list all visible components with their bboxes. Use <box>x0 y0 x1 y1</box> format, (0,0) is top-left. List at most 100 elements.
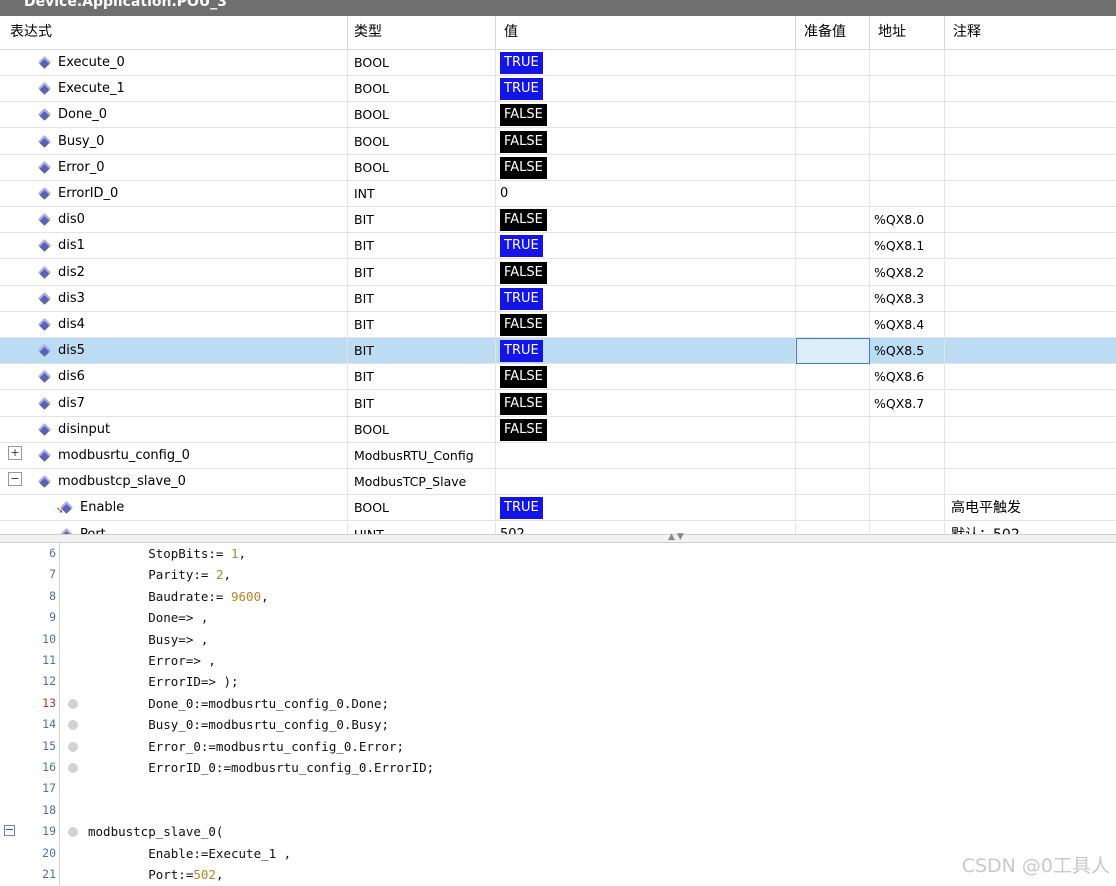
prepared-value-cell[interactable] <box>796 76 870 103</box>
watch-row-modbusrtu_config_0[interactable]: + modbusrtu_config_0 ModbusRTU_Config <box>0 443 1116 469</box>
code-line[interactable]: 15 Error_0:=modbusrtu_config_0.Error; <box>0 736 1116 757</box>
prepared-value-cell[interactable] <box>796 128 870 155</box>
column-header-comment[interactable]: 注释 <box>945 16 1116 49</box>
prepared-value-cell[interactable] <box>796 443 870 469</box>
column-header-value[interactable]: 值 <box>496 16 796 49</box>
code-line[interactable]: 11 Error=> , <box>0 650 1116 671</box>
code-text-main: Error_0:=modbusrtu_config_0.Error; <box>88 738 405 754</box>
code-text: Busy=> , <box>88 629 208 650</box>
code-text-main: ErrorID_0:=modbusrtu_config_0.ErrorID; <box>88 760 435 775</box>
prepared-value-cell[interactable] <box>796 469 870 496</box>
column-header-expression[interactable]: 表达式 <box>0 16 348 49</box>
watch-row-error_0[interactable]: Error_0 BOOL FALSE <box>0 154 1116 181</box>
watch-row-dis5[interactable]: dis5 BIT TRUE %QX8.5 <box>0 338 1116 365</box>
pane-splitter[interactable]: ▲▼ <box>0 532 1116 543</box>
code-line[interactable]: 16 ErrorID_0:=modbusrtu_config_0.ErrorID… <box>0 757 1116 778</box>
prepared-value-cell[interactable] <box>796 233 870 260</box>
code-text-main: Done=> , <box>88 610 209 626</box>
collapse-icon[interactable]: − <box>8 472 22 487</box>
column-header-type[interactable]: 类型 <box>348 16 496 49</box>
watch-row-dis7[interactable]: dis7 BIT FALSE %QX8.7 <box>0 390 1116 417</box>
prepared-value-cell[interactable] <box>796 207 870 234</box>
comment-cell: 默认：502 <box>945 522 1116 534</box>
address-cell <box>870 102 945 129</box>
address-cell: %QX8.6 <box>870 364 945 391</box>
value-indicator: TRUE <box>500 235 543 258</box>
watch-row-errorid_0[interactable]: ErrorID_0 INT 0 <box>0 181 1116 207</box>
watch-row-execute_1[interactable]: Execute_1 BOOL TRUE <box>0 76 1116 103</box>
code-line[interactable]: 6 StopBits:= 1, <box>0 543 1116 564</box>
variable-name: Busy_0 <box>58 133 105 149</box>
fold-collapse-icon[interactable]: − <box>4 824 15 837</box>
type-cell: ModbusRTU_Config <box>348 443 496 469</box>
watch-row-done_0[interactable]: Done_0 BOOL FALSE <box>0 102 1116 129</box>
column-header-prepared-value[interactable]: 准备值 <box>796 16 870 49</box>
prepared-value-cell[interactable] <box>796 285 870 312</box>
value-cell <box>496 443 796 469</box>
code-line[interactable]: 13 Done_0:=modbusrtu_config_0.Done; <box>0 693 1116 714</box>
breakpoint-marker-icon[interactable] <box>68 741 78 752</box>
watch-row-dis0[interactable]: dis0 BIT FALSE %QX8.0 <box>0 207 1116 234</box>
prepared-value-cell[interactable] <box>796 102 870 129</box>
variable-icon <box>38 134 51 148</box>
variable-icon <box>38 108 51 122</box>
prepared-value-cell[interactable] <box>796 338 870 365</box>
prepared-value-cell[interactable] <box>796 416 870 443</box>
value-indicator: FALSE <box>500 156 547 179</box>
value-indicator: FALSE <box>500 261 547 284</box>
code-text-tail: , <box>215 867 224 882</box>
prepared-value-cell[interactable] <box>796 390 870 417</box>
variable-name: dis3 <box>58 290 85 306</box>
watch-row-dis2[interactable]: dis2 BIT FALSE %QX8.2 <box>0 259 1116 286</box>
expression-cell: dis5 <box>0 338 348 365</box>
variable-name: dis0 <box>58 212 85 228</box>
expand-icon[interactable]: + <box>8 446 22 460</box>
code-line[interactable]: 12 ErrorID=> ); <box>0 671 1116 692</box>
watch-row-dis4[interactable]: dis4 BIT FALSE %QX8.4 <box>0 312 1116 338</box>
watch-row-enable[interactable]: ➘ Enable BOOL TRUE 高电平触发 <box>0 495 1116 522</box>
prepared-value-cell[interactable] <box>796 521 870 534</box>
watch-row-busy_0[interactable]: Busy_0 BOOL FALSE <box>0 128 1116 155</box>
prepared-value-cell[interactable] <box>796 364 870 391</box>
breakpoint-marker-icon[interactable] <box>68 763 78 773</box>
watch-row-dis3[interactable]: dis3 BIT TRUE %QX8.3 <box>0 285 1116 312</box>
value-indicator: FALSE <box>500 366 547 389</box>
watch-row-execute_0[interactable]: Execute_0 BOOL TRUE <box>0 50 1116 76</box>
comment-cell <box>945 155 1116 181</box>
code-line[interactable]: 18 <box>0 800 1116 821</box>
code-line[interactable]: − 19 modbustcp_slave_0( <box>0 821 1116 842</box>
code-line[interactable]: 9 Done=> , <box>0 607 1116 628</box>
prepared-value-cell[interactable] <box>796 50 870 76</box>
code-line[interactable]: 7 Parity:= 2, <box>0 564 1116 585</box>
code-line[interactable]: 10 Busy=> , <box>0 629 1116 650</box>
prepared-value-cell[interactable] <box>796 312 870 338</box>
prepared-value-cell[interactable] <box>796 181 870 207</box>
code-line[interactable]: 8 Baudrate:= 9600, <box>0 586 1116 607</box>
value-cell: FALSE <box>496 416 796 443</box>
watch-row-dis1[interactable]: dis1 BIT TRUE %QX8.1 <box>0 233 1116 260</box>
variable-name: dis4 <box>58 317 85 332</box>
code-text: Port:=502, <box>88 864 223 885</box>
watch-row-disinput[interactable]: disinput BOOL FALSE <box>0 416 1116 443</box>
prepared-value-cell[interactable] <box>796 154 870 181</box>
line-number: 15 <box>42 738 56 753</box>
line-number: 21 <box>42 867 56 881</box>
column-header-address[interactable]: 地址 <box>870 16 945 49</box>
watch-row-dis6[interactable]: dis6 BIT FALSE %QX8.6 <box>0 364 1116 391</box>
breakpoint-marker-icon[interactable] <box>68 698 78 709</box>
breakpoint-marker-icon[interactable] <box>68 827 78 838</box>
type-cell: BOOL <box>348 128 496 155</box>
code-line[interactable]: 17 <box>0 778 1116 799</box>
value-indicator: TRUE <box>500 78 543 101</box>
prepared-value-cell[interactable] <box>796 495 870 522</box>
comment-cell <box>945 181 1116 207</box>
code-line[interactable]: 20 Enable:=Execute_1 , <box>0 843 1116 864</box>
code-editor[interactable]: 6 StopBits:= 1, 7 Parity:= 2, 8 Baudrate:=… <box>0 543 1116 886</box>
code-line[interactable]: 21 Port:=502, <box>0 864 1116 885</box>
prepared-value-cell[interactable] <box>796 259 870 286</box>
watch-row-modbustcp_slave_0[interactable]: − modbustcp_slave_0 ModbusTCP_Slave <box>0 469 1116 496</box>
watch-row-port[interactable]: ➘PortUINT 502 默认：502 <box>0 521 1116 534</box>
breakpoint-marker-icon[interactable] <box>68 720 78 731</box>
code-line[interactable]: 14 Busy_0:=modbusrtu_config_0.Busy; <box>0 714 1116 735</box>
code-text-main: StopBits:= <box>88 546 231 561</box>
